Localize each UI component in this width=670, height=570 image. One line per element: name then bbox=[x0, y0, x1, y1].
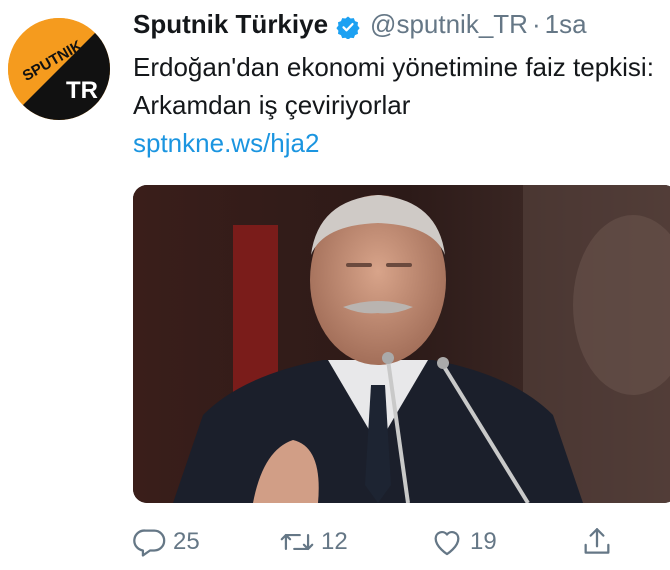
author-handle[interactable]: @sputnik_TR bbox=[370, 6, 528, 42]
reply-button[interactable]: 25 bbox=[133, 525, 200, 559]
heart-icon bbox=[430, 525, 464, 559]
tweet-text: Erdoğan'dan ekonomi yönetimine faiz tepk… bbox=[133, 52, 654, 120]
like-count: 19 bbox=[470, 528, 497, 555]
author-name[interactable]: Sputnik Türkiye bbox=[133, 6, 328, 42]
retweet-count: 12 bbox=[321, 528, 348, 555]
retweet-icon bbox=[279, 525, 315, 559]
tweet-link[interactable]: sptnkne.ws/hja2 bbox=[133, 124, 319, 162]
tweet-media-image[interactable] bbox=[133, 185, 670, 503]
tweet-actions: 25 12 19 bbox=[133, 525, 623, 561]
like-button[interactable]: 19 bbox=[430, 525, 497, 559]
reply-icon bbox=[133, 525, 167, 559]
avatar[interactable]: SPUTNIK TR bbox=[8, 18, 110, 120]
retweet-button[interactable]: 12 bbox=[279, 525, 348, 559]
verified-badge-icon bbox=[336, 12, 360, 40]
tweet-header: Sputnik Türkiye @sputnik_TR · 1sa bbox=[133, 6, 587, 42]
reply-count: 25 bbox=[173, 528, 200, 555]
share-icon bbox=[580, 525, 614, 559]
share-button[interactable] bbox=[580, 525, 614, 559]
avatar-logo-bottom: TR bbox=[66, 77, 98, 104]
tweet-timestamp[interactable]: 1sa bbox=[545, 6, 587, 42]
separator: · bbox=[531, 9, 541, 39]
